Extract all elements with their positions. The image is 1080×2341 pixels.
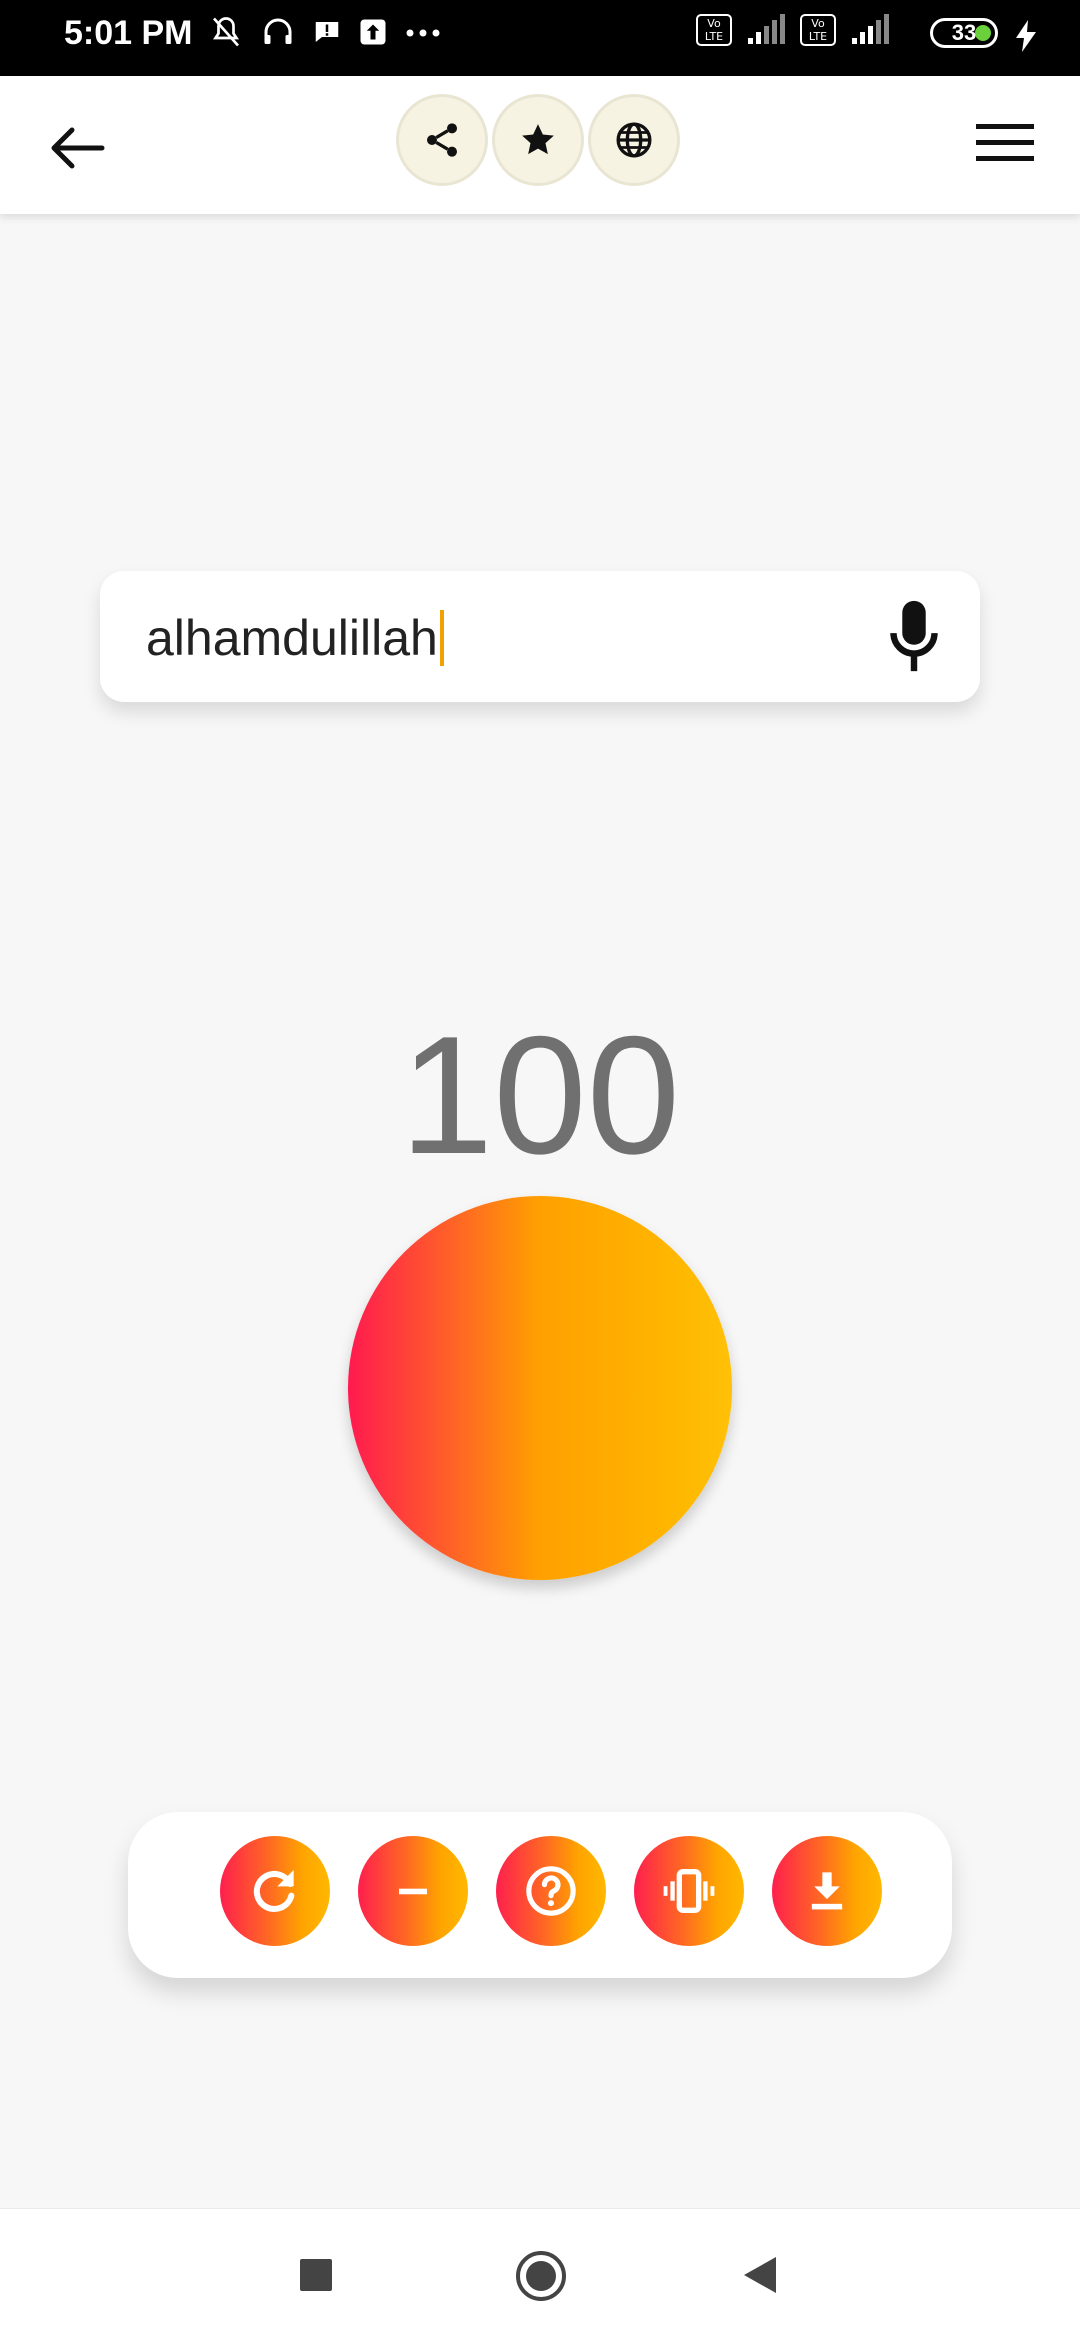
counter-value: 100 bbox=[399, 1001, 681, 1189]
star-icon bbox=[522, 124, 554, 155]
hamburger-icon bbox=[976, 124, 1034, 161]
signal-icon bbox=[746, 14, 786, 51]
battery-fill bbox=[975, 25, 991, 41]
dhikr-input-card: alhamdulillah bbox=[100, 571, 980, 702]
dhikr-input-value: alhamdulillah bbox=[146, 610, 438, 666]
share-icon bbox=[427, 123, 457, 157]
voice-input-button[interactable] bbox=[878, 595, 950, 677]
arrow-left-icon bbox=[51, 127, 105, 169]
top-toolbar bbox=[0, 76, 1080, 214]
favorite-button[interactable] bbox=[492, 94, 584, 186]
headset-icon bbox=[260, 14, 296, 55]
volte-icon: Vo LTE bbox=[800, 14, 836, 51]
battery-level: 33 bbox=[951, 20, 977, 45]
upload-icon bbox=[358, 17, 388, 52]
status-time: 5:01 PM bbox=[64, 14, 193, 52]
action-buttons bbox=[220, 1836, 882, 1946]
svg-text:Vo: Vo bbox=[811, 17, 825, 30]
svg-text:Vo: Vo bbox=[707, 17, 721, 30]
save-button[interactable] bbox=[772, 1836, 882, 1946]
status-bar: 5:01 PM Vo LTE Vo LTE 33 bbox=[0, 0, 1080, 76]
tap-counter-button[interactable] bbox=[348, 1196, 732, 1580]
battery-indicator: 33 bbox=[930, 18, 998, 48]
minus-icon bbox=[399, 1888, 427, 1895]
vibrate-icon bbox=[663, 1869, 715, 1913]
alert-icon bbox=[312, 17, 342, 52]
download-icon bbox=[811, 1872, 843, 1910]
svg-text:LTE: LTE bbox=[809, 30, 827, 43]
vibration-toggle-button[interactable] bbox=[634, 1836, 744, 1946]
decrement-button[interactable] bbox=[358, 1836, 468, 1946]
microphone-icon bbox=[890, 600, 938, 672]
volte-icon: Vo LTE bbox=[696, 14, 732, 51]
back-icon[interactable] bbox=[742, 2255, 778, 2295]
top-action-group bbox=[396, 94, 680, 186]
menu-button[interactable] bbox=[972, 114, 1038, 174]
language-button[interactable] bbox=[588, 94, 680, 186]
mute-icon bbox=[208, 14, 244, 55]
back-button[interactable] bbox=[46, 120, 108, 176]
recents-icon[interactable] bbox=[300, 2259, 332, 2291]
share-button[interactable] bbox=[396, 94, 488, 186]
refresh-icon bbox=[253, 1870, 295, 1912]
help-button[interactable] bbox=[496, 1836, 606, 1946]
system-nav-bar bbox=[0, 2208, 1080, 2341]
help-icon bbox=[526, 1866, 576, 1916]
charging-icon bbox=[1014, 20, 1038, 57]
svg-text:LTE: LTE bbox=[705, 30, 723, 43]
status-notification-icons bbox=[208, 14, 442, 55]
action-bar bbox=[128, 1812, 952, 1978]
reset-button[interactable] bbox=[220, 1836, 330, 1946]
status-system-icons: Vo LTE Vo LTE bbox=[696, 14, 890, 51]
more-icon bbox=[404, 26, 442, 44]
text-caret bbox=[439, 610, 444, 666]
dhikr-input[interactable]: alhamdulillah bbox=[146, 609, 444, 667]
globe-icon bbox=[616, 122, 652, 158]
signal-icon bbox=[850, 14, 890, 51]
home-icon[interactable] bbox=[514, 2249, 568, 2303]
